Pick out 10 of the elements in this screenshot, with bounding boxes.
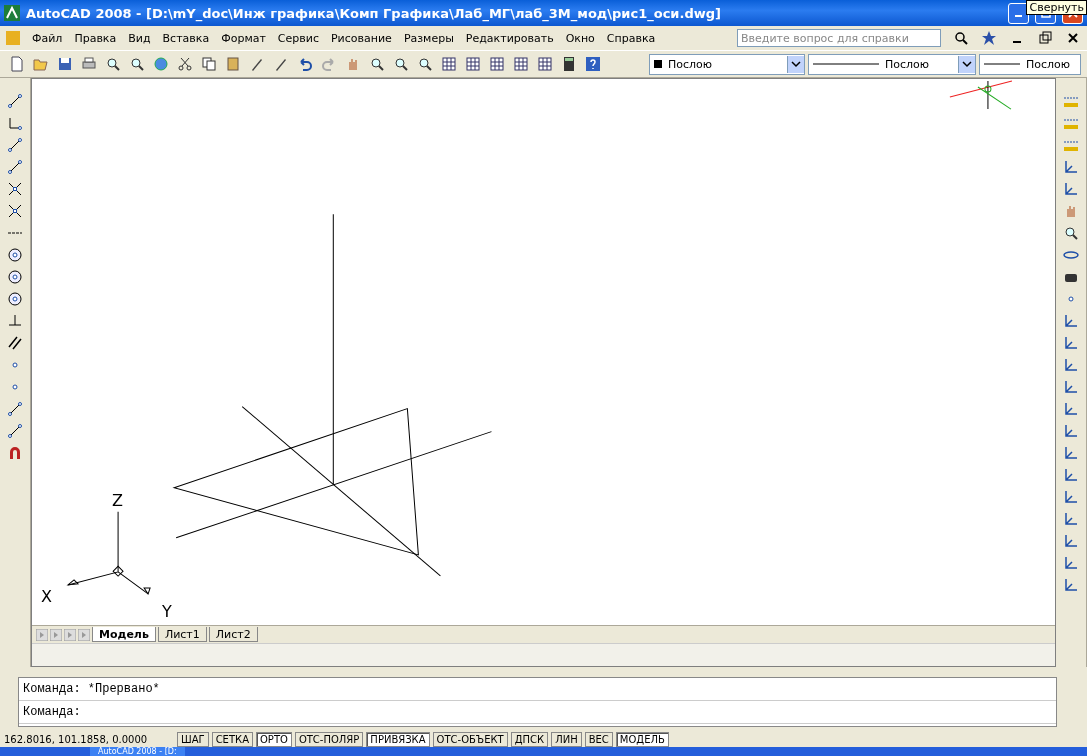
dropdown-value: Послою — [1026, 57, 1071, 71]
command-history-line: Команда: *Прервано* — [19, 678, 1056, 701]
dropdown-value: Послою — [668, 57, 713, 71]
axis-label: Z — [112, 490, 124, 510]
dropdown-value: Послою — [885, 57, 930, 71]
tooltip: Свернуть — [1026, 0, 1087, 15]
coordinates: 162.8016, 101.1858, 0.0000 — [4, 733, 149, 745]
axis-label: X — [41, 586, 52, 606]
window-title: AutoCAD 2008 - [D:\mY_doc\Инж графика\Комп Графика\Лаб_МГ\лаб_3М_мод\рис1_оси.dwg] — [26, 5, 722, 21]
axis-label: Y — [162, 602, 172, 621]
